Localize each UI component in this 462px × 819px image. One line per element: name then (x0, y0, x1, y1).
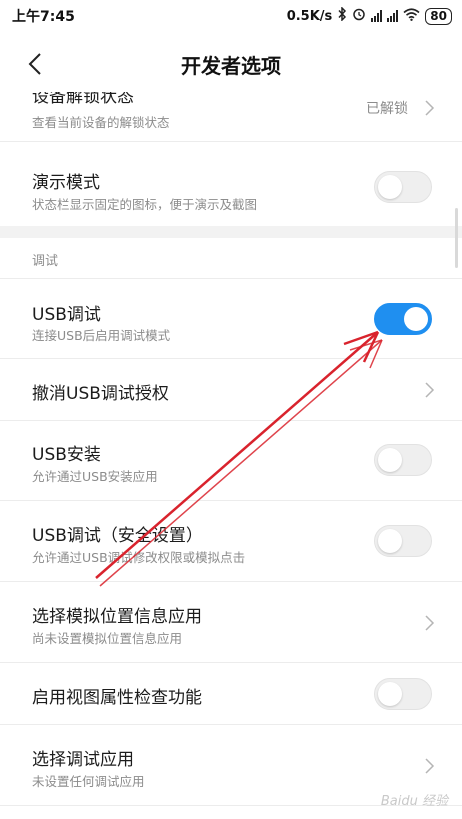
item-title: USB调试 (32, 305, 101, 325)
item-title: 选择模拟位置信息应用 (32, 607, 202, 627)
list-item-usb-install[interactable]: USB安装 允许通过USB安装应用 (0, 421, 462, 501)
status-icons: 0.5K/s 80 (286, 6, 452, 25)
usb-install-toggle[interactable] (374, 444, 432, 476)
item-title: USB调试（安全设置） (32, 526, 203, 546)
item-subtitle: 查看当前设备的解锁状态 (32, 115, 170, 130)
chevron-right-icon (425, 382, 435, 398)
scrollbar[interactable] (455, 208, 458, 268)
status-time: 上午7:45 (12, 9, 75, 25)
toggle-knob (378, 682, 402, 706)
item-subtitle: 允许通过USB安装应用 (32, 469, 158, 484)
list-item-usb-debugging-secure[interactable]: USB调试（安全设置） 允许通过USB调试修改权限或模拟点击 (0, 501, 462, 582)
toggle-knob (404, 307, 428, 331)
item-subtitle: 连接USB后启用调试模式 (32, 328, 171, 343)
item-title: 演示模式 (32, 173, 100, 193)
wifi-icon (403, 7, 420, 25)
page-title: 开发者选项 (181, 54, 281, 78)
list-item-view-attribute-inspection[interactable]: 启用视图属性检查功能 (0, 663, 462, 725)
toggle-knob (378, 175, 402, 199)
item-title: 撤消USB调试授权 (32, 384, 169, 404)
chevron-right-icon (425, 758, 435, 774)
list-item-demo-mode[interactable]: 演示模式 状态栏显示固定的图标，便于演示及截图 (0, 142, 462, 226)
alarm-icon (352, 7, 366, 25)
settings-list: 设备解锁状态 查看当前设备的解锁状态 已解锁 演示模式 状态栏显示固定的图标，便… (0, 92, 462, 819)
chevron-right-icon (425, 615, 435, 631)
view-attribute-toggle[interactable] (374, 678, 432, 710)
item-subtitle: 状态栏显示固定的图标，便于演示及截图 (32, 197, 258, 212)
item-title: USB安装 (32, 445, 101, 465)
network-speed: 0.5K/s (286, 8, 333, 24)
battery-icon: 80 (425, 7, 452, 25)
unlock-status-value: 已解锁 (366, 101, 408, 117)
toggle-knob (378, 448, 402, 472)
usb-debugging-toggle[interactable] (374, 303, 432, 335)
bluetooth-icon (337, 6, 347, 25)
top-bar: 开发者选项 (0, 36, 462, 92)
item-subtitle: 允许通过USB调试修改权限或模拟点击 (32, 550, 246, 565)
list-item-mock-location[interactable]: 选择模拟位置信息应用 尚未设置模拟位置信息应用 (0, 582, 462, 663)
item-subtitle: 未设置任何调试应用 (32, 774, 145, 789)
demo-mode-toggle[interactable] (374, 171, 432, 203)
list-item-unlock-status[interactable]: 设备解锁状态 查看当前设备的解锁状态 已解锁 (0, 92, 462, 142)
signal-icon (387, 10, 399, 22)
toggle-knob (378, 529, 402, 553)
list-item-revoke-usb-auth[interactable]: 撤消USB调试授权 (0, 359, 462, 421)
status-bar: 上午7:45 0.5K/s 80 (0, 0, 462, 32)
item-title: 选择调试应用 (32, 750, 134, 770)
signal-icon (371, 10, 383, 22)
section-header-debug: 调试 (32, 254, 59, 269)
item-title: 启用视图属性检查功能 (32, 688, 202, 708)
usb-debugging-secure-toggle[interactable] (374, 525, 432, 557)
chevron-right-icon (425, 100, 435, 116)
item-subtitle: 尚未设置模拟位置信息应用 (32, 631, 183, 646)
watermark: Baidu 经验 (380, 794, 448, 809)
list-item-usb-debugging[interactable]: USB调试 连接USB后启用调试模式 (0, 278, 462, 359)
item-title: 设备解锁状态 (32, 92, 134, 107)
section-divider (0, 226, 462, 238)
